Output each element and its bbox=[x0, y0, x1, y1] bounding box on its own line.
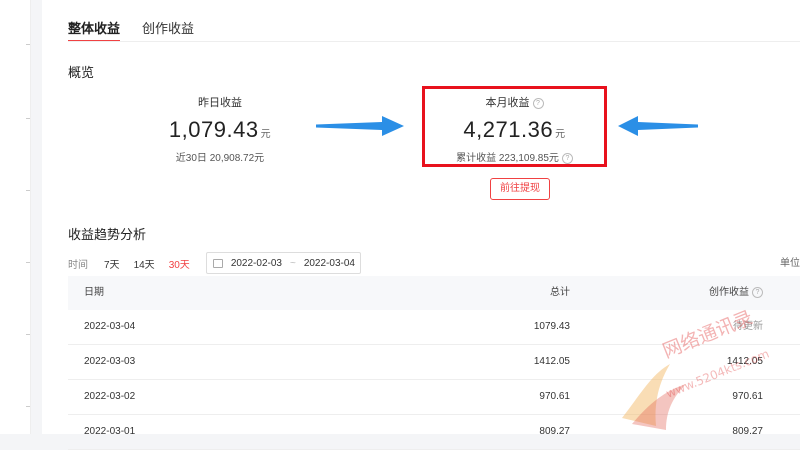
yesterday-value-number: 1,079.43 bbox=[168, 117, 259, 142]
tab-creation-earnings[interactable]: 创作收益 bbox=[142, 18, 194, 37]
table-row: 2022-03-02 970.61 970.61 bbox=[68, 380, 800, 415]
earnings-table: 日期 总计 创作收益? 2022-03-04 1079.43 待更新 2022-… bbox=[68, 276, 800, 450]
row-date: 2022-03-02 bbox=[84, 391, 136, 402]
withdraw-button[interactable]: 前往提现 bbox=[490, 178, 550, 200]
header-creation-earnings-text: 创作收益 bbox=[709, 287, 749, 298]
row-date: 2022-03-01 bbox=[84, 426, 136, 437]
table-row: 2022-03-01 809.27 809.27 bbox=[68, 415, 800, 450]
arrow-left-icon bbox=[618, 116, 698, 136]
range-14-days[interactable]: 14天 bbox=[134, 256, 155, 271]
tab-overall-earnings[interactable]: 整体收益 bbox=[68, 18, 121, 42]
unit-label: 单位 bbox=[780, 258, 800, 269]
earnings-tabs: 整体收益 创作收益 bbox=[68, 18, 194, 42]
arrow-right-icon bbox=[316, 116, 404, 136]
header-date: 日期 bbox=[84, 287, 104, 298]
date-end: 2022-03-04 bbox=[303, 257, 355, 269]
row-date: 2022-03-04 bbox=[84, 321, 136, 332]
row-total: 970.61 bbox=[539, 391, 570, 402]
range-7-days[interactable]: 7天 bbox=[104, 256, 120, 271]
row-creation-earnings: 970.61 bbox=[732, 391, 763, 402]
header-total: 总计 bbox=[550, 287, 570, 298]
date-separator: ~ bbox=[289, 257, 296, 269]
date-range-picker[interactable]: 2022-02-03 ~ 2022-03-04 bbox=[205, 252, 361, 274]
help-icon[interactable]: ? bbox=[752, 286, 763, 298]
row-creation-earnings: 1412.05 bbox=[726, 356, 763, 367]
yesterday-earnings-label: 昨日收益 bbox=[198, 97, 242, 109]
range-30-days[interactable]: 30天 bbox=[169, 256, 190, 271]
row-creation-earnings: 待更新 bbox=[733, 321, 763, 332]
table-header: 日期 总计 创作收益? bbox=[68, 276, 800, 310]
highlight-box bbox=[422, 86, 607, 167]
yesterday-value-unit: 元 bbox=[260, 129, 272, 140]
date-start: 2022-02-03 bbox=[230, 257, 282, 269]
overview-title: 概览 bbox=[68, 65, 95, 80]
last-30-days-earnings: 近30日 20,908.72元 bbox=[175, 153, 265, 164]
row-total: 1079.43 bbox=[533, 321, 570, 332]
time-label: 时间 bbox=[68, 259, 88, 271]
row-total: 1412.05 bbox=[533, 356, 570, 367]
row-total: 809.27 bbox=[539, 426, 570, 437]
time-filter: 时间 7天 14天 30天 2022-02-03 ~ 2022-03-04 bbox=[68, 252, 361, 274]
table-row: 2022-03-04 1079.43 待更新 bbox=[68, 310, 800, 345]
earnings-panel: 整体收益 创作收益 概览 昨日收益 1,079.43 元 近30日 20,908.… bbox=[42, 0, 800, 450]
row-date: 2022-03-03 bbox=[84, 356, 136, 367]
row-creation-earnings: 809.27 bbox=[732, 426, 763, 437]
table-row: 2022-03-03 1412.05 1412.05 bbox=[68, 345, 800, 380]
left-nav-strip bbox=[0, 0, 31, 434]
trend-analysis-title: 收益趋势分析 bbox=[68, 227, 147, 242]
header-creation-earnings: 创作收益? bbox=[668, 276, 763, 310]
calendar-icon bbox=[212, 258, 223, 268]
tab-divider bbox=[68, 41, 800, 42]
yesterday-earnings-stat: 昨日收益 1,079.43 元 近30日 20,908.72元 bbox=[150, 94, 290, 164]
yesterday-earnings-value: 1,079.43 元 bbox=[150, 117, 290, 143]
